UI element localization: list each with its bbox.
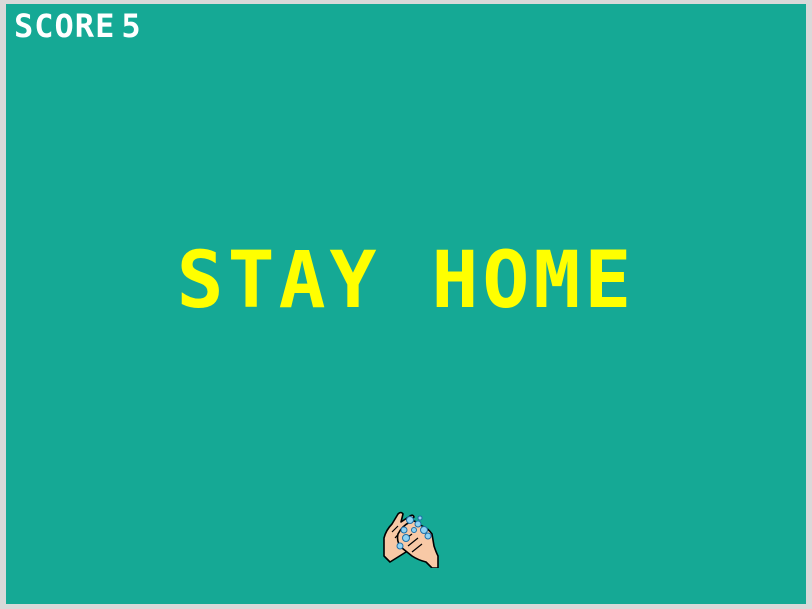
score-value: 5 — [121, 7, 142, 45]
game-window: SCORE 5 STAY HOME — [0, 0, 812, 609]
score-label: SCORE — [14, 7, 116, 45]
score-display: SCORE 5 — [14, 10, 142, 42]
stay-home-message: STAY HOME — [176, 236, 636, 326]
game-canvas[interactable]: SCORE 5 STAY HOME — [6, 4, 806, 604]
washing-hands-icon — [383, 511, 439, 568]
